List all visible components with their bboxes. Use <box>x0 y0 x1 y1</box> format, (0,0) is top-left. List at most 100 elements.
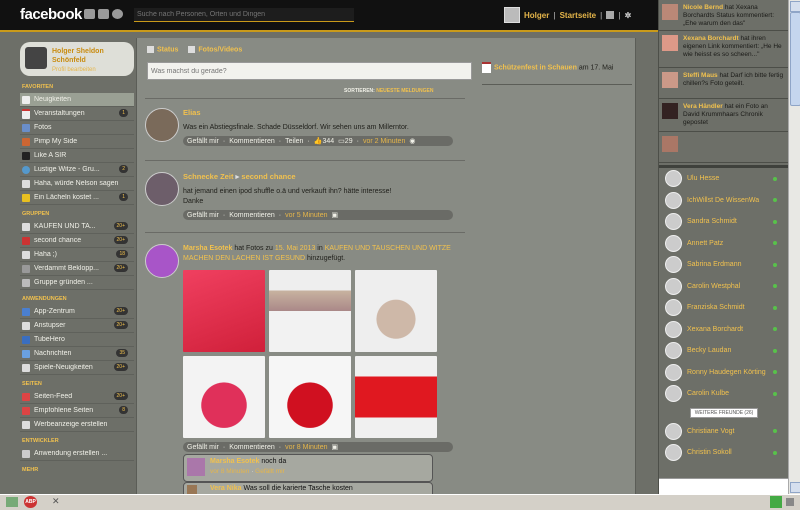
messages-icon[interactable] <box>98 9 109 19</box>
sidebar-item-group-haha[interactable]: Haha ;) 18 <box>20 248 134 262</box>
photo-red-bag[interactable] <box>269 356 351 438</box>
friend-requests-icon[interactable] <box>84 9 95 19</box>
like-button[interactable]: Gefällt mir <box>187 138 219 145</box>
sidebar-item-events[interactable]: Veranstaltungen 1 <box>20 107 134 121</box>
sidebar-item-create-ad[interactable]: Werbeanzeige erstellen <box>20 418 134 432</box>
avatar[interactable] <box>145 244 179 278</box>
chat-friend[interactable]: Carolin Westphal <box>659 276 789 298</box>
avatar[interactable] <box>145 108 179 142</box>
photo-red-tracksuit[interactable] <box>183 270 265 352</box>
sidebar-item-game-news[interactable]: Spiele-Neuigkeiten 20+ <box>20 361 134 375</box>
comment-author[interactable]: Marsha Esotek <box>210 458 259 465</box>
sidebar-item-news[interactable]: Neuigkeiten <box>20 93 134 107</box>
share-button[interactable]: Teilen <box>285 138 303 145</box>
chat-friend[interactable]: Sabrina Erdmann <box>659 254 789 276</box>
event-title[interactable]: Schützenfest in Schauen <box>494 64 577 71</box>
sidebar-item-group-verdammt[interactable]: Verdammt Beklopp... 20+ <box>20 262 134 276</box>
ticker-item[interactable]: Xexana Borchardt hat ihren eigenen Link … <box>659 31 789 68</box>
chat-friend[interactable]: Becky Laudan <box>659 340 789 362</box>
photo-plaid-bag[interactable] <box>355 270 437 352</box>
comment-author[interactable]: Vera Nika <box>210 485 242 492</box>
chat-friend[interactable]: Xexana Borchardt <box>659 319 789 341</box>
notifications-icon[interactable] <box>112 9 123 19</box>
chat-search-input[interactable] <box>659 478 789 494</box>
user-avatar[interactable] <box>504 7 520 23</box>
sidebar-item-tubehero[interactable]: TubeHero <box>20 333 134 347</box>
like-count[interactable]: 👍344 <box>314 137 334 145</box>
tab-photos-videos[interactable]: Fotos/Videos <box>188 46 242 53</box>
gear-icon[interactable]: ✲ <box>625 11 632 20</box>
photo-red-wallet[interactable] <box>355 356 437 438</box>
sidebar-item-messages[interactable]: Nachrichten 35 <box>20 347 134 361</box>
photo-pink-bag[interactable] <box>183 356 265 438</box>
sidebar-item-pages-feed[interactable]: Seiten-Feed 20+ <box>20 390 134 404</box>
post-author[interactable]: Marsha Esotek <box>183 245 232 252</box>
scroll-up-arrow[interactable] <box>790 1 800 12</box>
like-button[interactable]: Gefällt mir <box>255 468 285 475</box>
profile-card[interactable]: Holger Sheldon Schönfeld Profil bearbeit… <box>20 42 134 76</box>
ticker-item[interactable]: Vera Händler hat ein Foto an David Krumm… <box>659 99 789 132</box>
profile-picture[interactable] <box>25 47 47 69</box>
edit-profile-link[interactable]: Profil bearbeiten <box>52 67 96 73</box>
sort-value[interactable]: NEUESTE MELDUNGEN <box>376 88 433 94</box>
group-link[interactable]: second chance <box>241 172 295 181</box>
sidebar-item-ein-laecheln[interactable]: Ein Lächeln kostet ... 1 <box>20 191 134 205</box>
user-name-link[interactable]: Holger <box>524 11 549 20</box>
adblock-icon[interactable]: ABP <box>24 496 37 508</box>
sidebar-item-lustige-witze[interactable]: Lustige Witze - Gru... 2 <box>20 163 134 177</box>
chat-friend[interactable]: Franziska Schmidt <box>659 297 789 319</box>
resize-grip-icon[interactable] <box>786 498 794 506</box>
album-link[interactable]: 15. Mai 2013 <box>275 245 315 252</box>
chat-friend[interactable]: Carolin Kulbe <box>659 383 789 405</box>
avatar[interactable] <box>187 458 205 476</box>
toolbar-icon[interactable] <box>6 497 18 507</box>
profile-name-1[interactable]: Holger Sheldon <box>52 48 104 55</box>
chat-friend[interactable]: Christiane Vogt <box>659 421 789 443</box>
close-icon[interactable]: ✕ <box>52 496 60 507</box>
sidebar-item-create-app[interactable]: Anwendung erstellen ... <box>20 447 134 461</box>
sidebar-item-group-kaufen[interactable]: KAUFEN UND TA... 20+ <box>20 220 134 234</box>
ticker-item[interactable]: Nicole Bernd hat Xexana Borchardts Statu… <box>659 0 789 31</box>
page-scrollbar[interactable] <box>788 0 800 494</box>
chat-friend[interactable]: Christin Sokoll <box>659 442 789 464</box>
scroll-down-arrow[interactable] <box>790 482 800 493</box>
tab-status[interactable]: Status <box>147 46 178 53</box>
sidebar-item-pokes[interactable]: Anstupser 20+ <box>20 319 134 333</box>
privacy-icon[interactable] <box>606 11 615 19</box>
ticker-item[interactable]: Steffi Maus hat Darf ich bitte fertig ch… <box>659 68 789 99</box>
addon-icon[interactable] <box>770 496 782 508</box>
like-button[interactable]: Gefällt mir <box>187 212 219 219</box>
status-input[interactable] <box>147 62 472 80</box>
profile-name-2[interactable]: Schönfeld <box>52 57 86 64</box>
home-link[interactable]: Startseite <box>560 11 596 20</box>
facebook-logo[interactable]: facebook <box>20 6 82 23</box>
scroll-thumb[interactable] <box>790 12 800 106</box>
chat-friend[interactable]: Ronny Haudegen Körting <box>659 362 789 384</box>
avatar[interactable] <box>145 172 179 206</box>
sidebar-item-create-group[interactable]: Gruppe gründen ... <box>20 276 134 290</box>
like-button[interactable]: Gefällt mir <box>187 444 219 451</box>
chat-friend[interactable]: Annett Patz <box>659 233 789 255</box>
comment-count[interactable]: ▭29 <box>338 137 352 145</box>
comment-button[interactable]: Kommentieren <box>229 138 275 145</box>
post-author[interactable]: Elias <box>183 108 201 117</box>
sidebar-item-haha-nelson[interactable]: Haha, würde Nelson sagen <box>20 177 134 191</box>
timestamp[interactable]: vor 8 Minuten <box>285 444 327 451</box>
sort-control[interactable]: SORTIEREN: NEUESTE MELDUNGEN <box>344 88 433 94</box>
search-input[interactable] <box>134 8 354 22</box>
more-header[interactable]: MEHR <box>22 467 134 473</box>
sidebar-item-like-a-sir[interactable]: Like A SIR <box>20 149 134 163</box>
timestamp[interactable]: vor 2 Minuten <box>363 138 405 145</box>
chat-friend[interactable]: Ulu Hesse <box>659 168 789 190</box>
sidebar-item-group-second-chance[interactable]: second chance 20+ <box>20 234 134 248</box>
sidebar-item-recommended-pages[interactable]: Empfohlene Seiten 8 <box>20 404 134 418</box>
chat-friend[interactable]: IchWillst De WissenWa <box>659 190 789 212</box>
chat-friend[interactable]: Sandra Schmidt <box>659 211 789 233</box>
ticker-item[interactable] <box>659 132 789 163</box>
timestamp[interactable]: vor 8 Minuten <box>210 468 249 475</box>
comment-button[interactable]: Kommentieren <box>229 212 275 219</box>
sidebar-item-app-center[interactable]: App-Zentrum 20+ <box>20 305 134 319</box>
timestamp[interactable]: vor 5 Minuten <box>285 212 327 219</box>
sidebar-item-photos[interactable]: Fotos <box>20 121 134 135</box>
photo-plaid-clutch[interactable] <box>269 270 351 352</box>
